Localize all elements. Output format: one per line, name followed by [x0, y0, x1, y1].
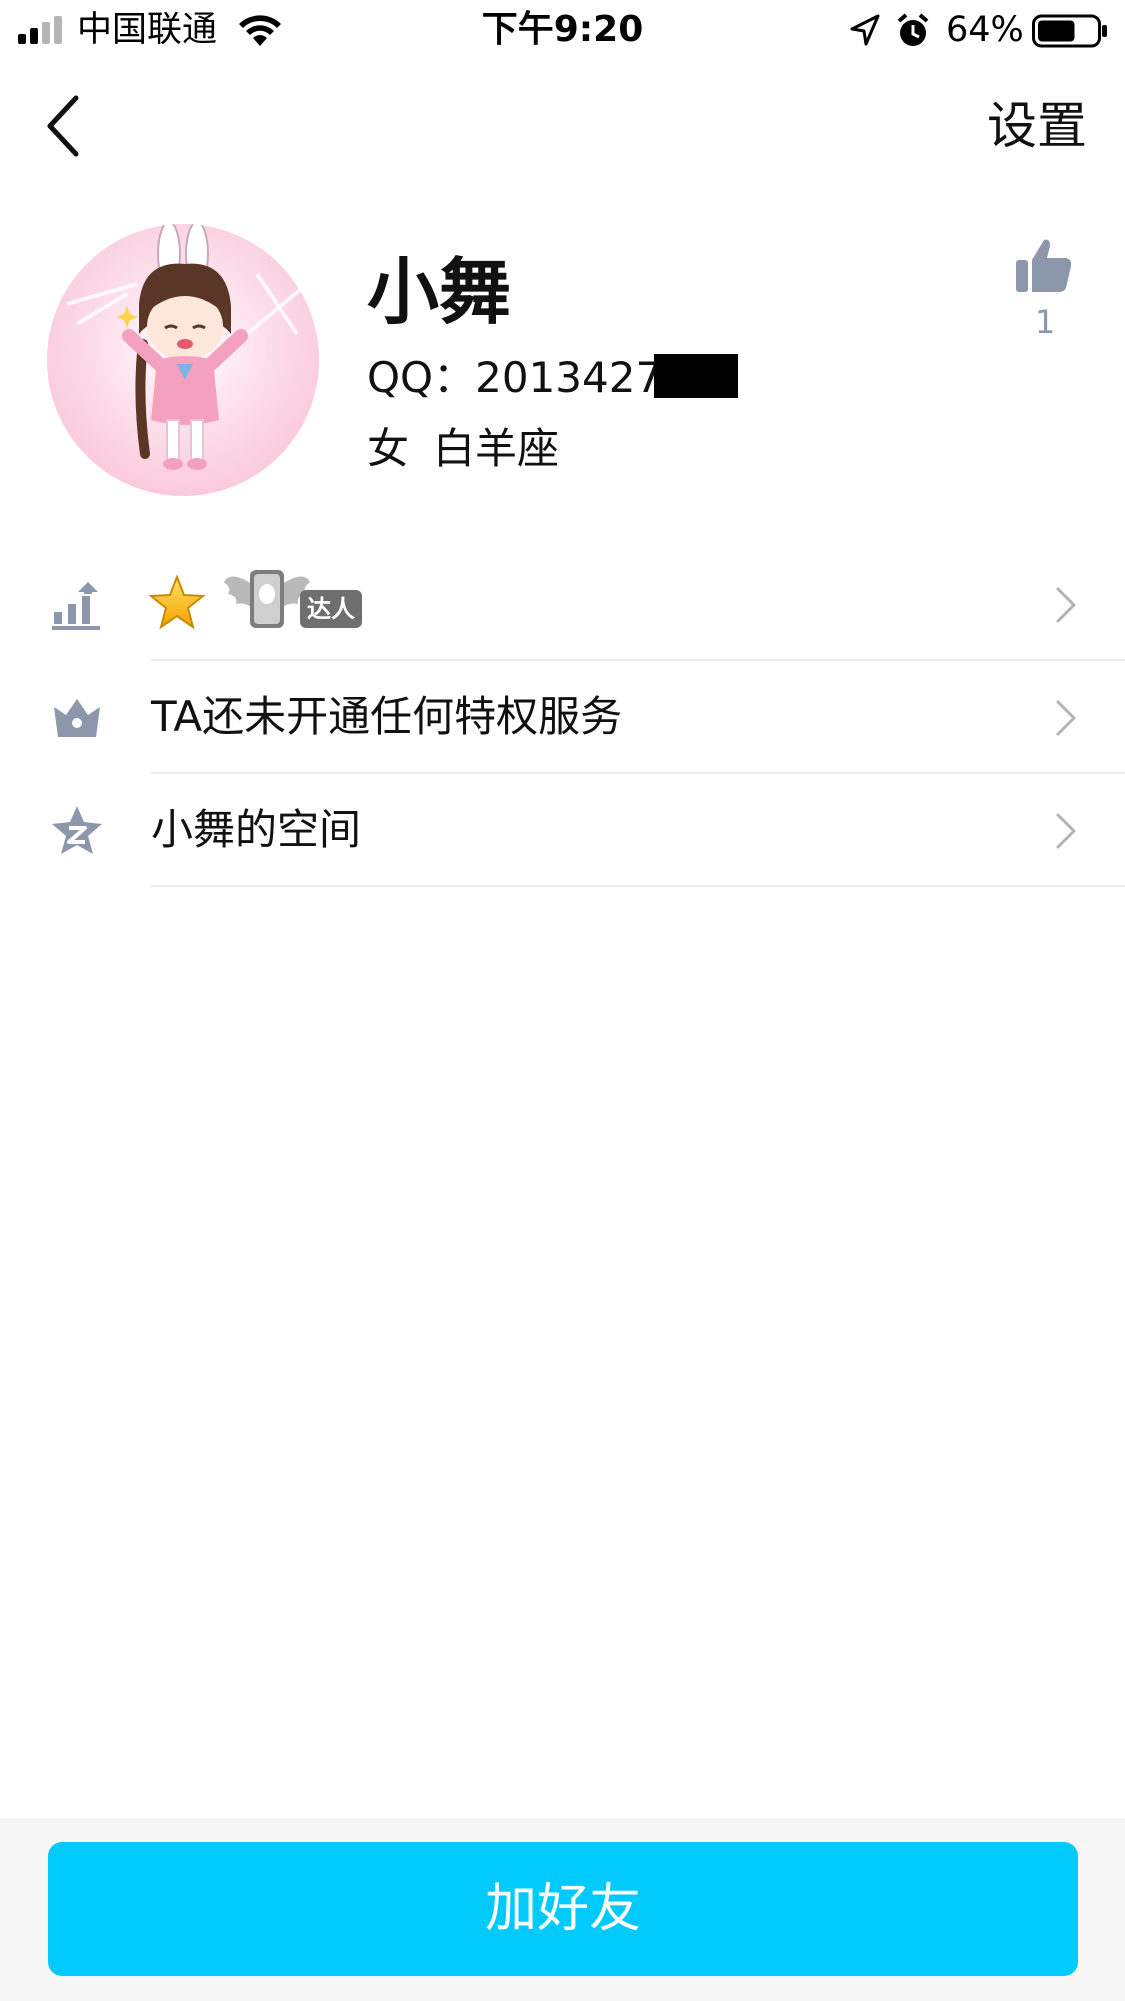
- zodiac: 白羊座: [433, 424, 560, 473]
- qzone-star-icon: [52, 806, 102, 854]
- avatar-illustration: [66, 224, 309, 470]
- settings-button[interactable]: 设置: [987, 94, 1087, 158]
- location-icon: [850, 14, 880, 46]
- chevron-right-icon: [1056, 587, 1076, 623]
- avatar[interactable]: [47, 224, 319, 496]
- list-item-qzone[interactable]: 小舞的空间: [0, 774, 1125, 887]
- like-button[interactable]: 1: [1010, 236, 1080, 346]
- profile-page: 中国联通 下午9:20 64% 设置 小舞 QQ：2013427 女 白羊座 1…: [0, 0, 1125, 2001]
- qq-redaction-block: [654, 354, 739, 398]
- thumbs-up-icon: [1016, 239, 1072, 292]
- back-button[interactable]: [40, 92, 90, 160]
- level-bars-icon: [52, 582, 100, 630]
- like-count: 1: [1034, 303, 1056, 341]
- qq-talent-badge: 达人: [222, 564, 366, 634]
- talent-badge-label: 达人: [300, 590, 362, 628]
- qzone-label: 小舞的空间: [151, 805, 362, 854]
- list-item-level[interactable]: 达人: [0, 548, 1125, 661]
- gender: 女: [367, 424, 410, 473]
- bottom-bar: 加好友: [0, 1818, 1125, 2001]
- qq-number: 2013427: [475, 353, 663, 402]
- star-icon: [148, 574, 206, 630]
- privileges-label: TA还未开通任何特权服务: [151, 692, 623, 741]
- chevron-right-icon: [1056, 813, 1076, 849]
- battery-icon: [1032, 14, 1107, 48]
- chevron-right-icon: [1056, 700, 1076, 736]
- qq-number-line: QQ：2013427: [367, 352, 739, 404]
- status-bar: 中国联通 下午9:20 64%: [0, 0, 1125, 62]
- profile-name: 小舞: [367, 250, 512, 334]
- add-friend-button[interactable]: 加好友: [48, 1842, 1078, 1976]
- list-item-privileges[interactable]: TA还未开通任何特权服务: [0, 661, 1125, 774]
- gender-zodiac-line: 女白羊座: [367, 423, 559, 475]
- battery-percent: 64%: [946, 10, 1024, 50]
- qq-label: QQ：: [367, 353, 476, 402]
- divider: [151, 885, 1125, 887]
- winged-qq-icon: [224, 570, 310, 628]
- crown-icon: [54, 699, 100, 737]
- alarm-icon: [897, 13, 929, 46]
